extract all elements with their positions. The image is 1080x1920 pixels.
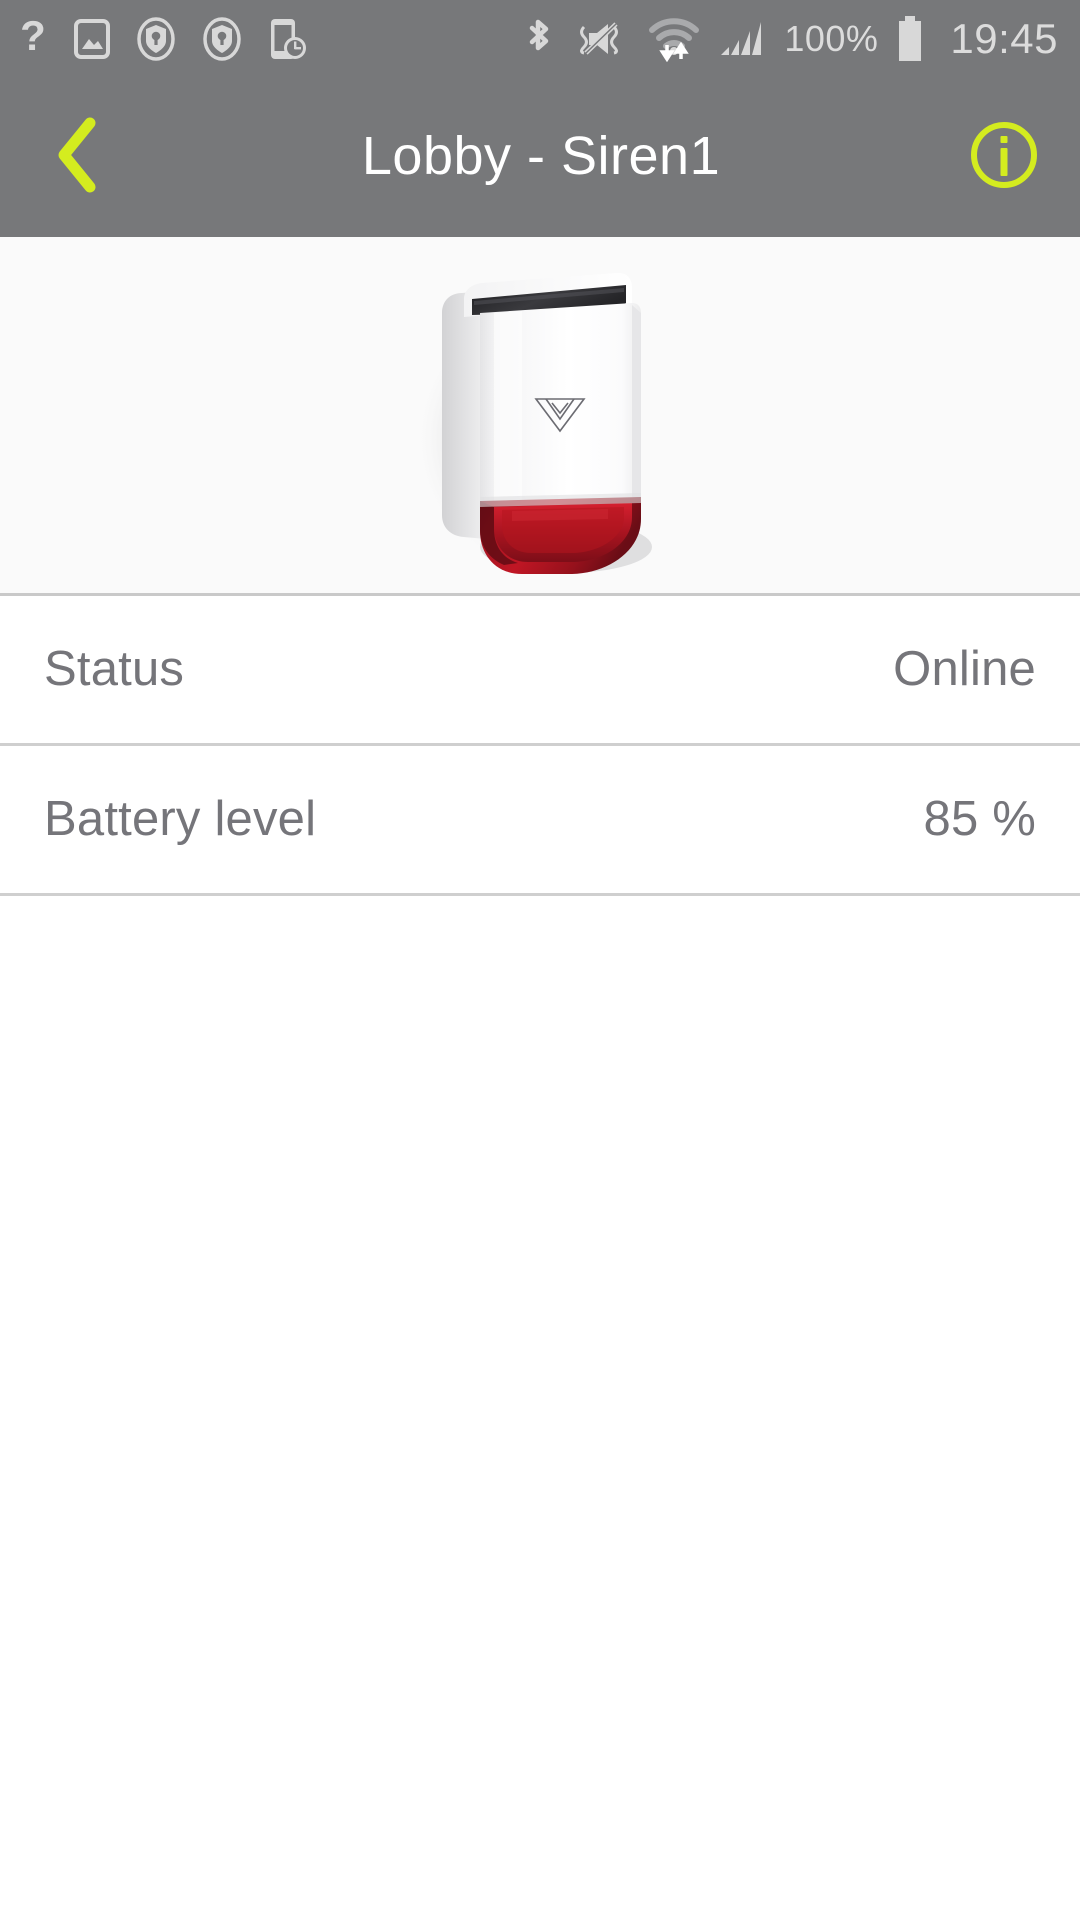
wifi-data-transfer-icon: [648, 16, 700, 62]
phone-clock-icon: [268, 16, 308, 62]
empty-content-area: [0, 896, 1080, 1833]
outdoor-siren-product-photo: [394, 251, 694, 581]
device-image-panel: [0, 237, 1080, 596]
bluetooth-icon: [522, 16, 554, 62]
sound-mute-vibrate-icon: [572, 17, 630, 61]
help-question-icon: ?: [18, 17, 48, 61]
chevron-left-icon: [48, 115, 108, 200]
table-row-status: Status Online: [0, 596, 1080, 746]
info-button[interactable]: [956, 110, 1052, 206]
status-bar: ? 100% 19:45: [0, 0, 1080, 78]
page-title: Lobby - Siren1: [361, 128, 721, 186]
shield-key-icon-2: [202, 17, 242, 61]
info-circle-icon: [967, 118, 1041, 197]
status-label: Status: [44, 642, 185, 696]
status-value: Online: [893, 642, 1036, 696]
shield-key-icon-1: [136, 17, 176, 61]
status-bar-notification-icons: ?: [18, 16, 308, 62]
back-button[interactable]: [30, 110, 126, 206]
svg-text:?: ?: [20, 17, 46, 59]
screenshot-image-icon: [74, 18, 110, 60]
battery-percent-label: 100%: [784, 18, 879, 59]
table-row-battery-level: Battery level 85 %: [0, 746, 1080, 896]
device-details-list: Status Online Battery level 85 %: [0, 596, 1080, 896]
battery-level-label: Battery level: [44, 792, 317, 846]
status-bar-system-icons: 100% 19:45: [522, 15, 1058, 63]
cellular-signal-icon: [718, 17, 766, 61]
status-bar-clock: 19:45: [950, 15, 1058, 62]
battery-level-value: 85 %: [923, 792, 1036, 846]
battery-full-icon: [896, 15, 924, 63]
app-header: Lobby - Siren1: [0, 78, 1080, 237]
